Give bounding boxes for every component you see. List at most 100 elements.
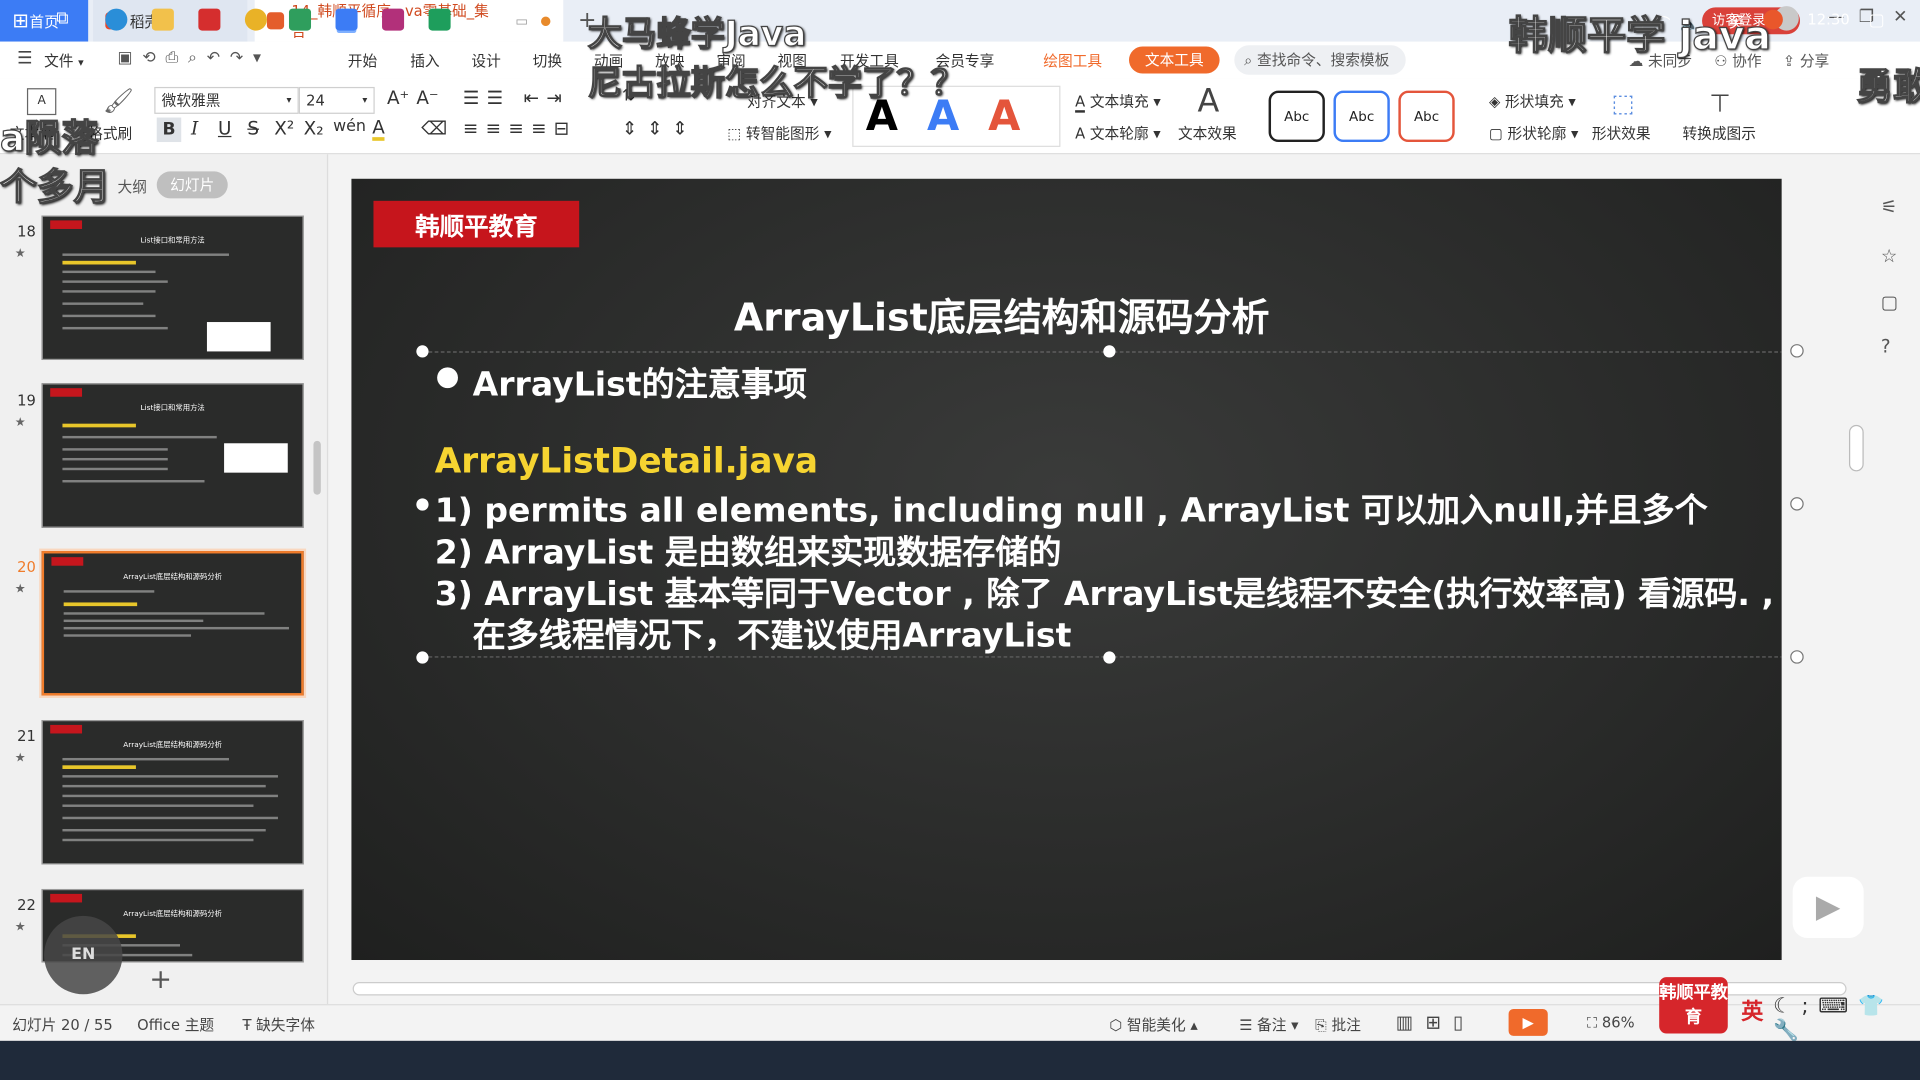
menu-text-tools[interactable]: 文本工具 bbox=[1128, 46, 1220, 74]
shape-effect-icon[interactable]: ⬚ bbox=[1611, 88, 1634, 117]
view-mode-icons[interactable]: ▥⊞▯ bbox=[1396, 1011, 1476, 1033]
menu-transition[interactable]: 切换 bbox=[533, 50, 562, 71]
video-play-icon[interactable]: ▶ bbox=[1792, 876, 1864, 938]
shape-style-black[interactable]: Abc bbox=[1268, 90, 1325, 143]
font-size-value: 24 bbox=[306, 91, 325, 109]
xmind-icon[interactable] bbox=[198, 8, 221, 31]
subscript-icon[interactable]: X₂ bbox=[304, 118, 324, 140]
add-slide-icon[interactable]: + bbox=[149, 965, 172, 996]
resize-handle[interactable] bbox=[1103, 651, 1116, 664]
chrome-icon[interactable] bbox=[244, 8, 267, 31]
fit-window-icon[interactable]: ⛶ 86% bbox=[1587, 1014, 1635, 1032]
camtasia-icon[interactable] bbox=[428, 8, 451, 31]
slide-thumb-18[interactable]: List接口和常用方法 bbox=[41, 215, 304, 361]
vertical-scrollbar[interactable] bbox=[1848, 424, 1864, 472]
notes-button[interactable]: ☰ 备注 ▾ bbox=[1239, 1014, 1298, 1035]
quick-access-icons[interactable]: ▣⟲⎙⌕↶↷▾ bbox=[118, 49, 271, 67]
comment-icon[interactable]: ▢ bbox=[1881, 291, 1898, 313]
font-name-select[interactable]: 微软雅黑 ▾ bbox=[154, 86, 299, 114]
windows-start-icon[interactable]: ⊞ bbox=[12, 9, 34, 32]
properties-icon[interactable]: ⚟ bbox=[1881, 196, 1897, 218]
convert-graphic-icon[interactable]: ⊤ bbox=[1709, 88, 1730, 117]
outline-tab[interactable]: 大纲 bbox=[118, 176, 147, 197]
missing-font-button[interactable]: Ŧ 缺失字体 bbox=[242, 1014, 314, 1035]
text-fill-label: 文本填充 bbox=[1089, 93, 1149, 111]
bold-icon[interactable]: B bbox=[156, 117, 182, 143]
clear-format-icon[interactable]: ⌫ bbox=[421, 118, 447, 140]
edge-icon[interactable] bbox=[105, 8, 128, 31]
en-app-icon[interactable] bbox=[288, 8, 312, 31]
shape-fill-button[interactable]: ◈ 形状填充 ▾ bbox=[1489, 91, 1576, 112]
menu-insert[interactable]: 插入 bbox=[410, 50, 439, 71]
slide-title[interactable]: ArrayList底层结构和源码分析 bbox=[351, 287, 1651, 342]
text-box-selection[interactable] bbox=[422, 351, 1782, 658]
italic-icon[interactable]: I bbox=[191, 118, 198, 140]
hamburger-icon[interactable]: ☰ bbox=[17, 49, 32, 69]
command-search[interactable]: ⌕ 查找命令、搜索模板 bbox=[1234, 45, 1406, 75]
en-floating-button[interactable]: EN bbox=[44, 915, 123, 995]
thumb-highlight bbox=[62, 260, 136, 265]
ime-indicator[interactable]: 英 bbox=[1741, 994, 1763, 1026]
smart-shape-button[interactable]: ⬚ 转智能图形 ▾ bbox=[727, 122, 831, 143]
slides-tab[interactable]: 幻灯片 bbox=[156, 171, 228, 199]
ime-tool-icons[interactable]: ☾;⌨👕🔧 bbox=[1773, 994, 1920, 1043]
slide-thumb-19[interactable]: List接口和常用方法 bbox=[41, 383, 304, 528]
format-brush-icon[interactable]: 🖌 bbox=[103, 86, 134, 115]
resize-handle[interactable] bbox=[1790, 344, 1804, 358]
resize-handle[interactable] bbox=[1790, 497, 1804, 511]
intellij-icon[interactable] bbox=[382, 8, 405, 31]
slide-panel-scrollbar[interactable] bbox=[313, 440, 321, 495]
menu-start[interactable]: 开始 bbox=[348, 50, 377, 71]
slide-thumb-20-selected[interactable]: ArrayList底层结构和源码分析 bbox=[41, 551, 304, 696]
menu-drawing-tools[interactable]: 绘图工具 bbox=[1043, 50, 1102, 71]
phonetic-icon[interactable]: wén bbox=[333, 118, 366, 136]
text-effect-icon[interactable]: A bbox=[1198, 83, 1220, 120]
shape-style-red[interactable]: Abc bbox=[1398, 90, 1455, 143]
underline-icon[interactable]: U bbox=[218, 118, 231, 140]
slide-thumb-21[interactable]: ArrayList底层结构和源码分析 bbox=[41, 720, 304, 865]
task-view-icon[interactable]: ⧉ bbox=[56, 9, 78, 31]
wps-icon[interactable] bbox=[335, 8, 358, 31]
list-icons[interactable]: ☰☰ ⇤⇥ bbox=[463, 87, 569, 109]
thumb-line bbox=[63, 619, 204, 623]
text-fill-button[interactable]: A 文本填充 ▾ bbox=[1075, 91, 1161, 113]
shape-style-blue[interactable]: Abc bbox=[1333, 90, 1390, 143]
comment-button[interactable]: ⎘ 批注 bbox=[1315, 1014, 1361, 1035]
align-icons[interactable]: ≡≡≡≡⊟ bbox=[463, 118, 577, 140]
text-outline-button[interactable]: A 文本轮廓 ▾ bbox=[1075, 122, 1161, 143]
share-button[interactable]: ⇪ 分享 bbox=[1783, 50, 1829, 71]
convert-graphic-label[interactable]: 转换成图示 bbox=[1682, 122, 1755, 143]
ppt-file-icon bbox=[266, 12, 285, 30]
resize-handle[interactable] bbox=[1103, 345, 1116, 358]
notification-icon[interactable]: ▢ bbox=[1869, 11, 1885, 31]
beautify-button[interactable]: ⬡ 智能美化 ▴ bbox=[1109, 1014, 1197, 1035]
overlay-watermark: 韩顺平学 java bbox=[1508, 12, 1771, 60]
resize-handle[interactable] bbox=[1790, 650, 1804, 664]
horizontal-scrollbar[interactable] bbox=[352, 982, 1847, 996]
shrink-font-icon[interactable]: A⁻ bbox=[416, 87, 438, 109]
resize-handle[interactable] bbox=[416, 498, 429, 511]
menu-design[interactable]: 设计 bbox=[471, 50, 500, 71]
resize-handle[interactable] bbox=[416, 345, 429, 358]
font-color-icon[interactable]: A bbox=[372, 118, 385, 141]
menu-file[interactable]: 文件 ▾ bbox=[44, 50, 84, 71]
text-effect-label[interactable]: 文本效果 bbox=[1178, 122, 1237, 143]
superscript-icon[interactable]: X² bbox=[274, 118, 294, 140]
font-name-value: 微软雅黑 bbox=[161, 91, 221, 109]
file-explorer-icon[interactable] bbox=[151, 8, 174, 31]
spacing-icons[interactable]: ⇕⇕⇕ bbox=[622, 118, 698, 140]
font-size-select[interactable]: 24 ▾ bbox=[298, 86, 375, 114]
theme-name[interactable]: Office 主题 bbox=[137, 1014, 214, 1035]
close-icon[interactable]: ✕ bbox=[1893, 7, 1907, 27]
play-slideshow-button[interactable]: ▶ bbox=[1508, 1008, 1548, 1036]
shape-effect-label[interactable]: 形状效果 bbox=[1592, 122, 1651, 143]
resize-handle[interactable] bbox=[416, 651, 429, 664]
shape-outline-button[interactable]: ▢ 形状轮廓 ▾ bbox=[1489, 122, 1578, 143]
slide-canvas[interactable]: 韩顺平教育 ArrayList底层结构和源码分析 ArrayList的注意事项 … bbox=[351, 178, 1782, 961]
text-style-red[interactable]: A bbox=[988, 92, 1020, 141]
thumb-line bbox=[62, 280, 168, 283]
strikethrough-icon[interactable]: S bbox=[247, 118, 259, 140]
star-icon[interactable]: ☆ bbox=[1881, 245, 1897, 267]
help-icon[interactable]: ? bbox=[1881, 336, 1891, 358]
grow-font-icon[interactable]: A⁺ bbox=[387, 87, 409, 109]
